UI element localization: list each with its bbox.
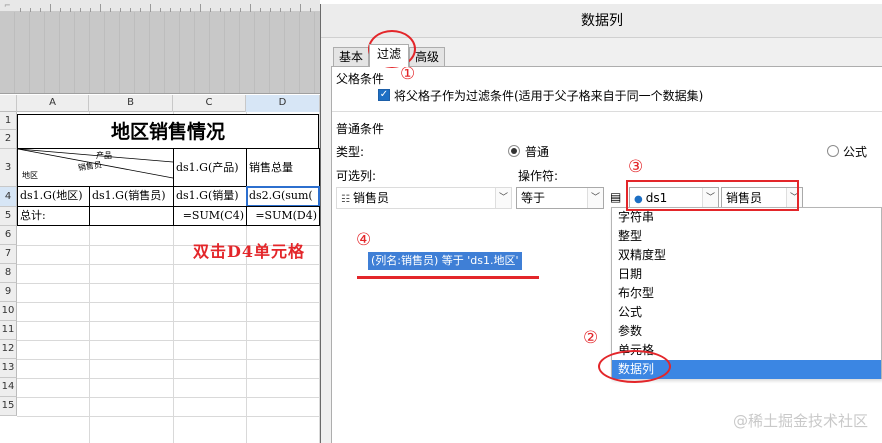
cell-d4[interactable]: ds2.G(sum( <box>246 186 320 207</box>
optional-column-value: 销售员 <box>352 191 389 205</box>
grid-line <box>17 302 320 303</box>
parent-condition-heading: 父格条件 <box>336 72 385 86</box>
cell-c5[interactable]: =SUM(C4) <box>173 206 247 226</box>
menu-item-parameter[interactable]: 参数 <box>612 322 881 341</box>
menu-item-date[interactable]: 日期 <box>612 265 881 284</box>
menu-item-formula[interactable]: 公式 <box>612 303 881 322</box>
section-divider <box>332 111 882 112</box>
cell-a5[interactable]: 总计: <box>17 206 90 226</box>
row-header-7[interactable]: 7 <box>0 245 17 264</box>
row-header-10[interactable]: 10 <box>0 302 17 321</box>
annotation-number-3: ③ <box>628 157 644 177</box>
slash-label-salesman: 销售员 <box>77 160 103 173</box>
grid-line <box>17 283 320 284</box>
chevron-down-icon[interactable]: ﹀ <box>587 188 603 208</box>
row-header-14[interactable]: 14 <box>0 378 17 397</box>
row-header-11[interactable]: 11 <box>0 321 17 340</box>
select-all-corner[interactable] <box>0 95 17 112</box>
menu-item-integer[interactable]: 整型 <box>612 227 881 246</box>
column-type-icon: ☷ <box>341 194 350 205</box>
annotation-box-dataset <box>626 180 799 211</box>
row-header-13[interactable]: 13 <box>0 359 17 378</box>
row-header-9[interactable]: 9 <box>0 283 17 302</box>
menu-item-double[interactable]: 双精度型 <box>612 246 881 265</box>
row-header-15[interactable]: 15 <box>0 397 17 416</box>
tab-filter[interactable]: 过滤 <box>369 44 409 67</box>
type-formula-label[interactable]: 公式 <box>843 143 867 160</box>
grid-line <box>17 416 320 417</box>
ruler-tick <box>200 4 201 12</box>
grid-line <box>17 321 320 322</box>
annotation-number-4: ④ <box>356 230 372 250</box>
type-normal-radio[interactable] <box>508 145 520 157</box>
annotation-number-1: ① <box>400 64 416 84</box>
top-ruler: ⌐ <box>0 0 320 12</box>
operator-label: 操作符: <box>518 169 559 183</box>
type-label: 类型: <box>336 145 365 159</box>
annotation-underline-filter <box>357 276 539 279</box>
cell-c4[interactable]: ds1.G(销量) <box>173 186 247 207</box>
slash-header-cell[interactable]: 产品 销售员 地区 <box>17 148 174 187</box>
row-header-3[interactable]: 3 <box>0 149 17 187</box>
grid-line <box>17 340 320 341</box>
column-header-a[interactable]: A <box>17 95 89 112</box>
value-type-icon[interactable]: ▤ <box>610 190 621 204</box>
cell-b4[interactable]: ds1.G(销售员) <box>89 186 174 207</box>
row-header-6[interactable]: 6 <box>0 226 17 245</box>
ruler-tick <box>50 4 51 12</box>
parent-condition-checkbox[interactable]: ✓ <box>378 89 390 101</box>
normal-condition-heading: 普通条件 <box>336 122 385 136</box>
row-header-12[interactable]: 12 <box>0 340 17 359</box>
menu-item-boolean[interactable]: 布尔型 <box>612 284 881 303</box>
ruler-tick <box>100 4 101 12</box>
tab-basic[interactable]: 基本 <box>333 47 369 66</box>
chevron-down-icon[interactable]: ﹀ <box>495 188 511 208</box>
optional-column-select[interactable]: ☷ 销售员 ﹀ <box>336 187 512 209</box>
grid-line <box>17 359 320 360</box>
report-title-cell[interactable]: 地区销售情况 <box>17 114 319 149</box>
type-normal-label[interactable]: 普通 <box>525 143 549 160</box>
cell-d5[interactable]: =SUM(D4) <box>246 206 320 226</box>
slash-label-region: 地区 <box>22 171 38 180</box>
annotation-ring-data-column <box>598 350 671 383</box>
ruler-tick <box>300 4 301 12</box>
cell-a4[interactable]: ds1.G(地区) <box>17 186 90 207</box>
operator-value: 等于 <box>521 191 546 205</box>
row-header-1[interactable]: 1 <box>0 112 17 130</box>
row-header-8[interactable]: 8 <box>0 264 17 283</box>
optional-column-label: 可选列: <box>336 169 377 183</box>
grid-line <box>17 397 320 398</box>
column-header-d[interactable]: D <box>246 95 320 112</box>
filter-condition-item[interactable]: (列名:销售员) 等于 'ds1.地区' <box>368 252 522 270</box>
parent-condition-label[interactable]: 将父格子作为过滤条件(适用于父子格来自于同一个数据集) <box>394 87 703 104</box>
watermark: @稀土掘金技术社区 <box>732 412 868 430</box>
grid-line <box>17 264 320 265</box>
column-header-bar: A B C D <box>0 95 320 112</box>
report-designer-sheet: ⌐ A B C D 1 2 3 4 5 6 7 8 9 10 11 12 13 … <box>0 0 320 443</box>
type-formula-radio[interactable] <box>827 145 839 157</box>
annotation-double-click-d4: 双击D4单元格 <box>193 242 306 261</box>
header-band-area <box>0 12 320 94</box>
column-header-b[interactable]: B <box>89 95 173 112</box>
annotation-number-2: ② <box>583 328 599 348</box>
cell-c3[interactable]: ds1.G(产品) <box>173 148 247 187</box>
row-header-2[interactable]: 2 <box>0 130 17 149</box>
operator-select[interactable]: 等于 ﹀ <box>516 187 604 209</box>
cell-b5[interactable] <box>89 206 174 226</box>
cell-d3[interactable]: 销售总量 <box>246 148 320 187</box>
grid-line <box>17 378 320 379</box>
ruler-corner-icon: ⌐ <box>4 1 11 10</box>
ruler-tick <box>150 4 151 12</box>
ruler-tick <box>250 4 251 12</box>
row-header-4[interactable]: 4 <box>0 187 17 207</box>
row-header-5[interactable]: 5 <box>0 207 17 226</box>
column-header-c[interactable]: C <box>173 95 246 112</box>
